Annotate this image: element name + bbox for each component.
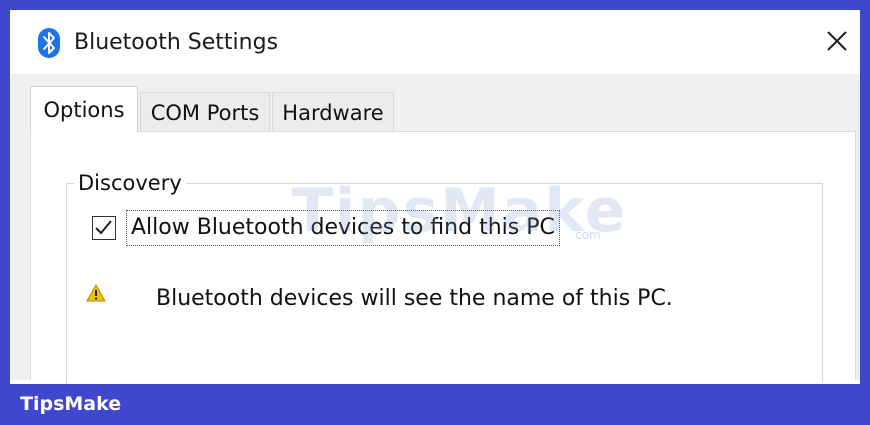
window-frame-right [860,0,870,425]
tab-com-ports[interactable]: COM Ports [140,92,270,132]
bluetooth-icon [38,28,60,58]
checkmark-icon [95,220,112,235]
allow-discovery-checkbox[interactable] [92,216,116,240]
close-icon[interactable] [822,26,852,56]
warning-icon [86,284,106,302]
discovery-warning-text: Bluetooth devices will see the name of t… [156,286,673,311]
window-title: Bluetooth Settings [74,30,279,55]
banner-text: TipsMake [20,393,122,415]
window-frame-left [0,0,10,425]
discovery-group-label: Discovery [74,171,186,195]
branding-banner: TipsMake [0,384,870,425]
allow-discovery-label[interactable]: Allow Bluetooth devices to find this PC [126,210,560,246]
title-bar: Bluetooth Settings [10,10,860,74]
window-frame-top [0,0,870,10]
tab-hardware[interactable]: Hardware [272,92,394,132]
tab-options[interactable]: Options [30,86,138,132]
